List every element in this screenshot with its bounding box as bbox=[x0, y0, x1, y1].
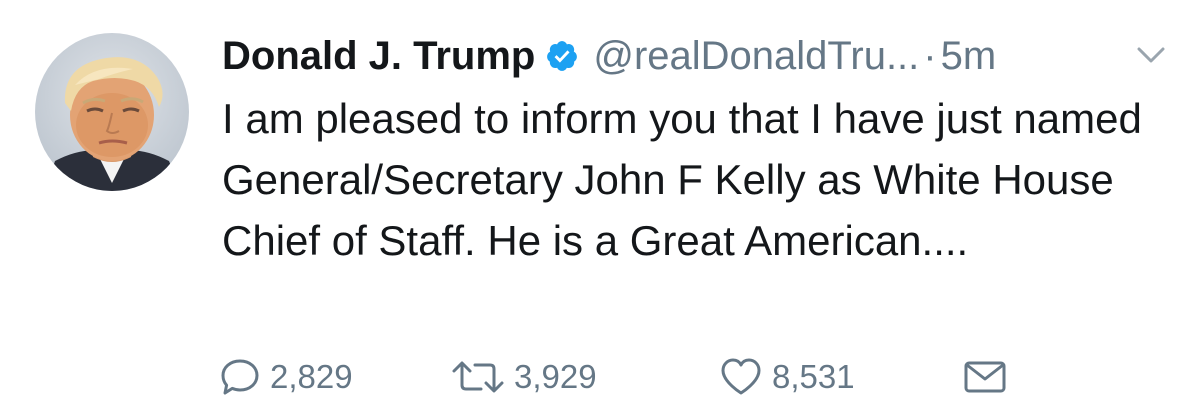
direct-message-button[interactable] bbox=[962, 352, 1008, 402]
tweet-header: Donald J. Trump @realDonaldTru... · 5m bbox=[222, 28, 996, 84]
tweet-card[interactable]: Donald J. Trump @realDonaldTru... · 5m I… bbox=[0, 0, 1200, 414]
retweet-button[interactable]: 3,929 bbox=[450, 352, 597, 402]
heart-icon bbox=[718, 355, 764, 399]
like-button[interactable]: 8,531 bbox=[718, 352, 855, 402]
retweet-icon bbox=[450, 355, 506, 399]
chevron-down-icon[interactable] bbox=[1136, 44, 1166, 66]
like-count: 8,531 bbox=[772, 358, 855, 395]
reply-icon bbox=[218, 355, 262, 399]
author-display-name[interactable]: Donald J. Trump bbox=[222, 34, 535, 79]
reply-count: 2,829 bbox=[270, 358, 353, 395]
separator-dot: · bbox=[923, 33, 937, 78]
author-handle[interactable]: @realDonaldTru... bbox=[593, 34, 919, 79]
tweet-timestamp[interactable]: 5m bbox=[941, 34, 997, 79]
verified-badge-icon bbox=[545, 39, 579, 73]
tweet-actions: 2,829 3,929 8,531 bbox=[218, 352, 1118, 402]
tweet-text: I am pleased to inform you that I have j… bbox=[222, 95, 1142, 264]
reply-button[interactable]: 2,829 bbox=[218, 352, 353, 402]
envelope-icon bbox=[962, 355, 1008, 399]
avatar[interactable] bbox=[35, 33, 189, 191]
retweet-count: 3,929 bbox=[514, 358, 597, 395]
profile-photo bbox=[35, 33, 189, 191]
